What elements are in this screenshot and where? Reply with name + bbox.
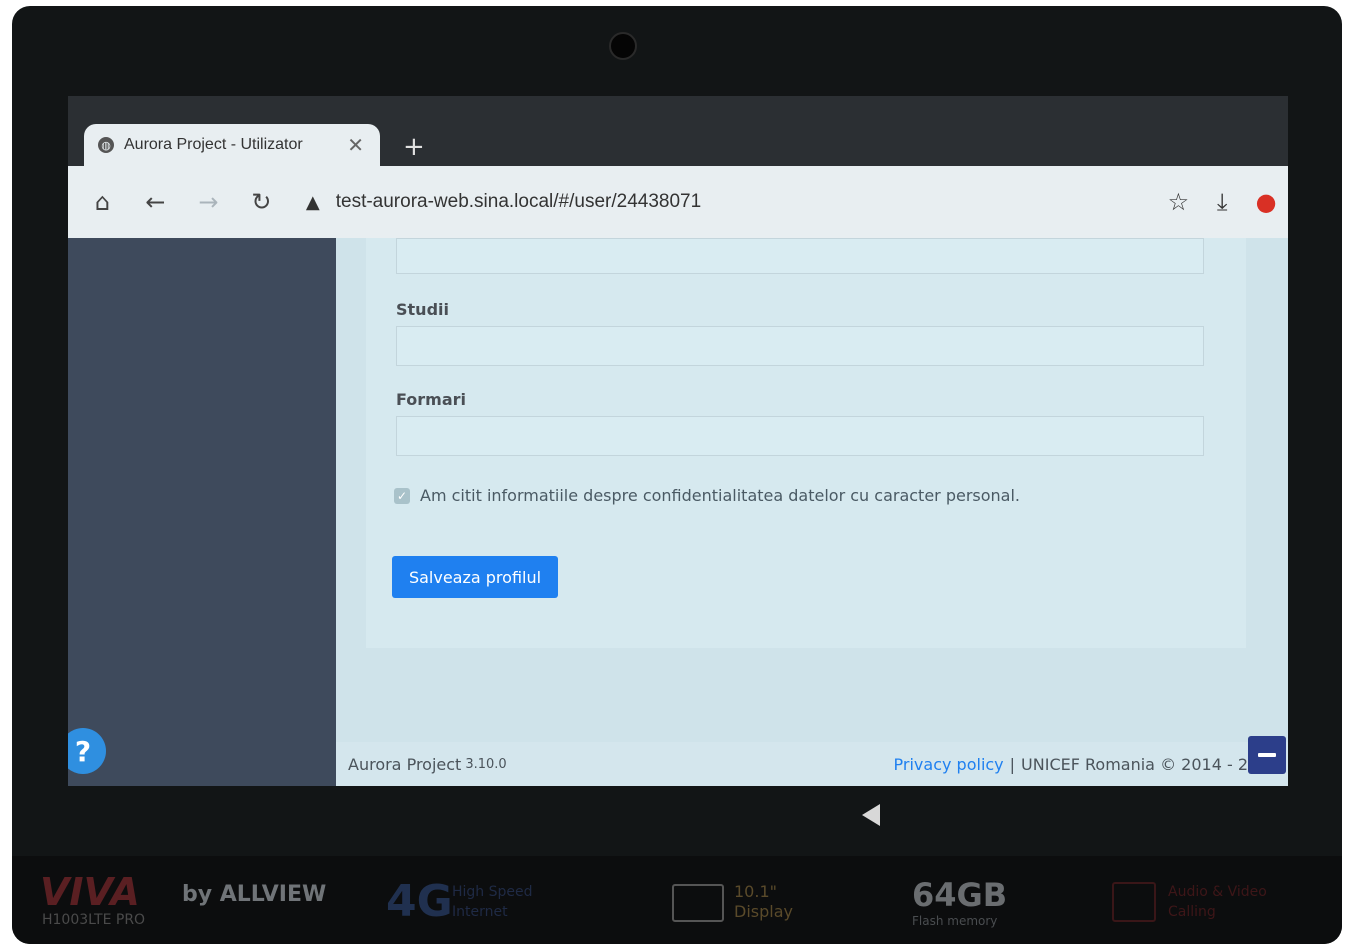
consent-checkbox[interactable]: ✓ <box>394 487 410 504</box>
memory-label: Flash memory <box>912 914 998 928</box>
footer-copyright: UNICEF Romania © 2014 - 2 <box>1021 754 1248 774</box>
close-tab-icon[interactable]: ✕ <box>347 135 364 155</box>
download-icon[interactable]: ⤓ <box>1200 188 1244 216</box>
display-spec: 10.1" Display <box>734 882 793 922</box>
browser-tab[interactable]: ◍ Aurora Project - Utilizator ✕ <box>84 124 380 166</box>
main-content: Studii Formari ✓ Am citit informatiile d… <box>336 238 1288 742</box>
studii-input[interactable] <box>396 326 1204 366</box>
allview-logo: by ALLVIEW <box>182 882 327 907</box>
back-icon[interactable]: ← <box>129 178 182 226</box>
consent-row: ✓ Am citit informatiile despre confident… <box>394 486 1020 505</box>
footer-version: 3.10.0 <box>465 756 507 772</box>
network-badge: 4G <box>386 876 453 927</box>
viva-logo: VIVA <box>40 870 140 914</box>
minus-icon <box>1258 753 1276 757</box>
save-profile-button[interactable]: Salveaza profilul <box>392 556 558 598</box>
tablet-device: ◍ Aurora Project - Utilizator ✕ + ⌂ ← → … <box>12 6 1342 944</box>
display-icon <box>672 884 724 922</box>
device-branding: VIVA H1003LTE PRO by ALLVIEW 4G High Spe… <box>12 856 1342 944</box>
calling-spec: Audio & Video Calling <box>1168 884 1267 920</box>
previous-field-input[interactable] <box>396 238 1204 274</box>
consent-label: Am citit informatiile despre confidentia… <box>420 486 1021 505</box>
reload-icon[interactable]: ↻ <box>235 178 288 226</box>
home-icon[interactable]: ⌂ <box>76 178 129 226</box>
front-camera <box>609 32 637 60</box>
browser-toolbar: ⌂ ← → ↻ ▲ test-aurora-web.sina.local/#/u… <box>68 166 1288 238</box>
address-bar[interactable]: ▲ test-aurora-web.sina.local/#/user/2443… <box>298 178 1157 226</box>
page-footer: Aurora Project 3.10.0 Privacy policy | U… <box>336 742 1288 786</box>
star-icon[interactable]: ☆ <box>1156 188 1200 216</box>
network-subtitle: High Speed Internet <box>452 884 533 920</box>
tab-title: Aurora Project - Utilizator <box>124 136 303 153</box>
url-text[interactable]: test-aurora-web.sina.local/#/user/244380… <box>336 191 1157 213</box>
collapse-button[interactable] <box>1248 736 1286 774</box>
forward-icon[interactable]: → <box>182 178 235 226</box>
formari-label: Formari <box>396 390 467 409</box>
browser-tab-strip: ◍ Aurora Project - Utilizator ✕ + <box>68 96 1288 166</box>
extension-icon[interactable]: ● <box>1244 188 1288 216</box>
model-name: H1003LTE PRO <box>42 912 146 928</box>
android-back-icon[interactable] <box>862 804 880 826</box>
privacy-policy-link[interactable]: Privacy policy <box>894 755 1004 774</box>
footer-app-name: Aurora Project <box>348 754 462 774</box>
display-label: Display <box>734 902 793 921</box>
call-icon <box>1112 882 1156 922</box>
memory-spec: 64GB <box>912 876 1008 914</box>
help-button[interactable]: ? <box>68 728 106 774</box>
globe-icon: ◍ <box>98 137 114 153</box>
display-size: 10.1" <box>734 882 777 901</box>
profile-form: Studii Formari ✓ Am citit informatiile d… <box>366 238 1246 648</box>
new-tab-button[interactable]: + <box>403 134 425 160</box>
tablet-screen: ◍ Aurora Project - Utilizator ✕ + ⌂ ← → … <box>68 96 1288 786</box>
sidebar: ? <box>68 238 336 786</box>
formari-input[interactable] <box>396 416 1204 456</box>
studii-label: Studii <box>396 300 449 319</box>
warning-icon[interactable]: ▲ <box>306 192 320 213</box>
footer-separator: | <box>1009 754 1016 774</box>
